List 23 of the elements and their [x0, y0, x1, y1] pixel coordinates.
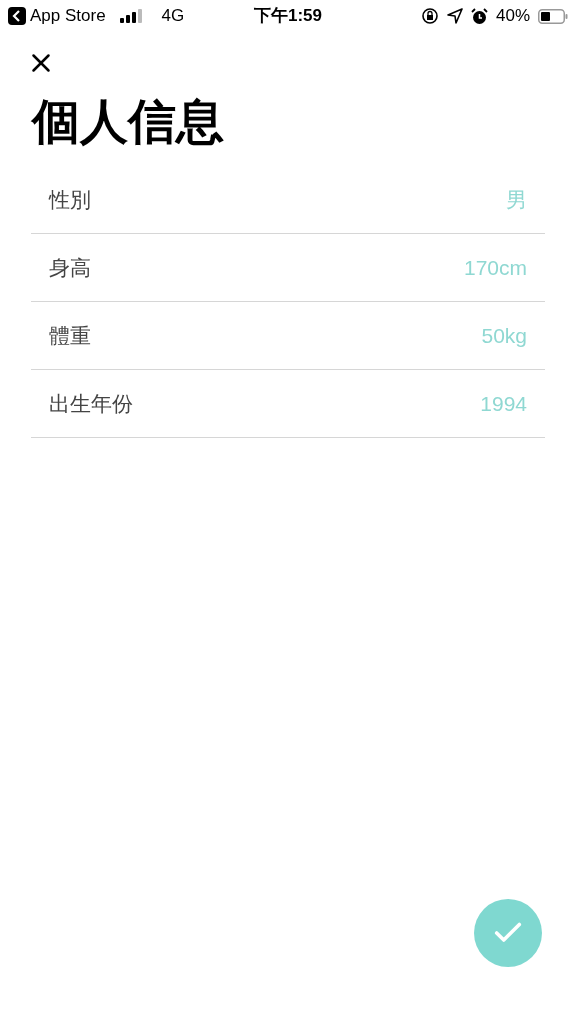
back-app-link[interactable]: App Store: [30, 3, 106, 29]
info-row[interactable]: 體重 50kg: [31, 302, 545, 370]
field-value: 50kg: [481, 322, 527, 349]
field-label: 身高: [49, 254, 91, 281]
field-label: 體重: [49, 322, 91, 349]
field-label: 出生年份: [49, 390, 133, 417]
status-time: 下午1:59: [254, 5, 322, 28]
alarm-icon: [470, 7, 488, 25]
field-label: 性別: [49, 186, 91, 213]
back-icon[interactable]: [8, 7, 26, 25]
info-row[interactable]: 出生年份 1994: [31, 370, 545, 438]
field-value: 1994: [480, 390, 527, 417]
battery-percent: 40%: [495, 5, 530, 28]
network-type: 4G: [161, 5, 185, 28]
info-row[interactable]: 性別 男: [31, 166, 545, 234]
page-title: 個人信息: [30, 94, 225, 150]
field-value: 170cm: [463, 254, 527, 281]
rotation-lock-icon: [420, 7, 439, 25]
info-row[interactable]: 身高 170cm: [31, 234, 545, 302]
field-value: 男: [506, 186, 527, 213]
battery-icon: [538, 8, 568, 24]
signal-icon: [119, 9, 144, 23]
location-icon: [446, 8, 463, 24]
